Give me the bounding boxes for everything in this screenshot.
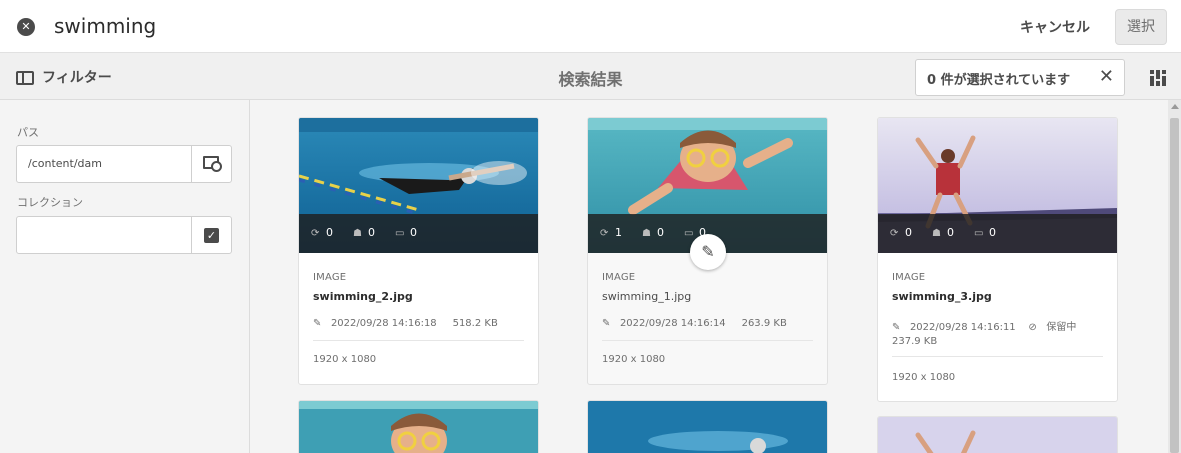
reviewers-count: 0 (947, 226, 954, 239)
sidebar-panel-icon[interactable] (16, 71, 34, 85)
asset-date: 2022/09/28 14:16:18 (330, 318, 437, 329)
sync-icon: ⟳ (311, 228, 320, 239)
select-button[interactable]: 選択 (1115, 9, 1167, 45)
asset-dimensions: 1920 x 1080 (602, 354, 666, 365)
asset-filename: swimming_2.jpg (313, 290, 413, 303)
asset-type: IMAGE (892, 272, 926, 283)
scroll-up-icon[interactable] (1171, 104, 1179, 109)
asset-date: 2022/09/28 14:16:14 (619, 318, 726, 329)
asset-size: 518.2 KB (452, 318, 498, 329)
cancel-button[interactable]: キャンセル (1020, 17, 1090, 37)
asset-type: IMAGE (313, 272, 347, 283)
asset-card[interactable]: ⟳ 1 ☗ 0 ▭ 0 ✎ IMAGE swimming_1.jpg ✎ 2022/0… (587, 117, 828, 385)
people-icon: ☗ (642, 228, 651, 239)
asset-stats-bar: ⟳ 0 ☗ 0 ▭ 0 (878, 214, 1117, 253)
asset-filename: swimming_1.jpg (602, 290, 692, 303)
comment-icon: ▭ (395, 228, 405, 239)
asset-card[interactable]: ⟳ 0 ☗ 0 ▭ 0 IMAGE swimming_2.jpg ✎ 2022/09/… (298, 117, 539, 385)
hidden-icon: ⊘ (1028, 322, 1037, 333)
asset-modified-info: ✎ 2022/09/28 14:16:18 518.2 KB (313, 318, 498, 329)
asset-card[interactable] (877, 416, 1118, 453)
asset-card[interactable]: ⟳ 0 ☗ 0 ▭ 0 IMAGE swimming_3.jpg ✎ 2022/09/… (877, 117, 1118, 402)
selection-count-text: 0 件が選択されています (927, 73, 1071, 88)
path-field[interactable]: /content/dam (16, 145, 232, 183)
results-toolbar: フィルター 検索結果 0 件が選択されています ✕ (0, 53, 1181, 100)
filter-toggle-label[interactable]: フィルター (42, 67, 112, 87)
asset-modified-info: ✎ 2022/09/28 14:16:14 263.9 KB (602, 318, 787, 329)
search-input[interactable] (54, 14, 754, 38)
asset-dimensions: 1920 x 1080 (313, 354, 377, 365)
asset-size: 237.9 KB (892, 336, 938, 347)
close-search-icon[interactable]: ✕ (17, 18, 35, 36)
versions-count: 0 (905, 226, 912, 239)
asset-card[interactable] (587, 400, 828, 453)
pencil-icon: ✎ (313, 318, 322, 329)
checkbox-icon: ✓ (204, 228, 219, 243)
brush-icon[interactable]: ✎ (690, 234, 726, 270)
girl-underwater-image (299, 401, 538, 453)
pencil-icon: ✎ (892, 322, 901, 333)
collection-label: コレクション (17, 196, 83, 209)
search-results-grid: ⟳ 0 ☗ 0 ▭ 0 IMAGE swimming_2.jpg ✎ 2022/09/… (250, 100, 1168, 453)
versions-count: 1 (615, 226, 622, 239)
path-label: パス (17, 126, 39, 139)
folder-search-icon (203, 156, 222, 172)
asset-size: 263.9 KB (741, 318, 787, 329)
asset-thumbnail[interactable]: ⟳ 1 ☗ 0 ▭ 0 (588, 118, 827, 253)
sync-icon: ⟳ (600, 228, 609, 239)
comment-icon: ▭ (974, 228, 984, 239)
card-divider (892, 356, 1103, 357)
swimmer-image (588, 401, 827, 453)
asset-thumbnail[interactable]: ⟳ 0 ☗ 0 ▭ 0 (299, 118, 538, 253)
scroll-thumb[interactable] (1170, 118, 1179, 453)
search-header: ✕ キャンセル 選択 (0, 0, 1181, 53)
comments-count: 0 (989, 226, 996, 239)
asset-stats-bar: ⟳ 0 ☗ 0 ▭ 0 (299, 214, 538, 253)
path-browse-button[interactable] (191, 146, 231, 182)
asset-date: 2022/09/28 14:16:11 (909, 322, 1016, 333)
asset-dimensions: 1920 x 1080 (892, 372, 956, 383)
results-scrollbar[interactable] (1168, 100, 1181, 453)
asset-type: IMAGE (602, 272, 636, 283)
pencil-icon: ✎ (602, 318, 611, 329)
selection-status: 0 件が選択されています ✕ (915, 59, 1125, 96)
card-divider (602, 340, 813, 341)
filter-panel: パス /content/dam コレクション ✓ (0, 100, 250, 453)
asset-status: 保留中 (1046, 322, 1077, 333)
collection-field[interactable]: ✓ (16, 216, 232, 254)
path-value: /content/dam (28, 157, 102, 170)
grid-view-icon[interactable] (1150, 70, 1166, 86)
asset-card[interactable] (298, 400, 539, 453)
card-divider (313, 340, 524, 341)
collection-select-button[interactable]: ✓ (191, 217, 231, 253)
asset-modified-info: ✎ 2022/09/28 14:16:11 ⊘ 保留中 (892, 318, 1076, 333)
people-icon: ☗ (353, 228, 362, 239)
reviewers-count: 0 (368, 226, 375, 239)
versions-count: 0 (326, 226, 333, 239)
people-icon: ☗ (932, 228, 941, 239)
asset-filename: swimming_3.jpg (892, 290, 992, 303)
reviewers-count: 0 (657, 226, 664, 239)
asset-thumbnail[interactable]: ⟳ 0 ☗ 0 ▭ 0 (878, 118, 1117, 253)
clear-selection-icon[interactable]: ✕ (1099, 66, 1114, 87)
jumping-person-image (878, 417, 1117, 453)
comments-count: 0 (410, 226, 417, 239)
sync-icon: ⟳ (890, 228, 899, 239)
comment-icon: ▭ (684, 228, 694, 239)
